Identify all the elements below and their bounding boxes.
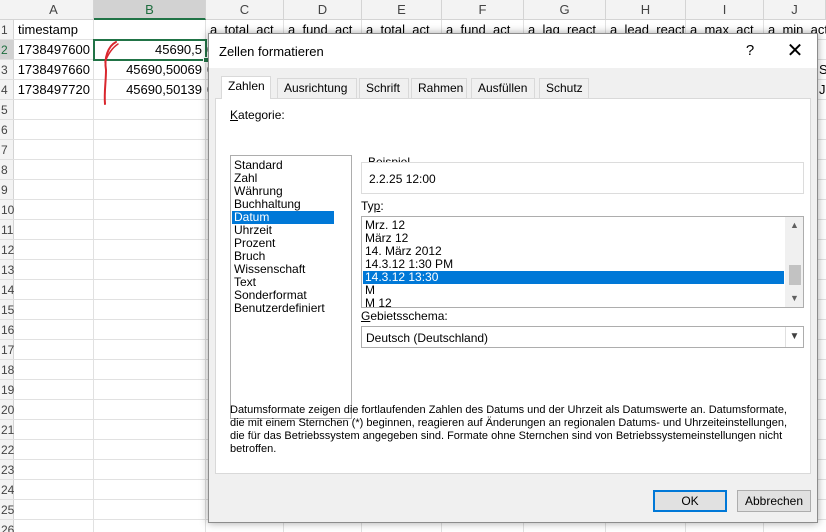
cell-j3-edge[interactable]: S [817, 60, 826, 80]
tab-zahlen[interactable]: Zahlen [221, 76, 271, 99]
column-header-i[interactable]: I [686, 0, 764, 20]
row-headers: 1 2 3 4 5 6 7 8 9 10 11 12 13 14 15 16 17 18 19 20 21 22 23 24 2… [0, 20, 14, 532]
type-item[interactable]: M [363, 284, 784, 297]
category-label-accesskey: K [230, 108, 239, 122]
cell-a1[interactable]: timestamp [14, 20, 94, 40]
category-scroll-area [334, 156, 351, 418]
zahlen-panel: Kategorie: Standard Zahl Währung Buchhal… [215, 98, 811, 474]
row-header-11[interactable]: 11 [0, 220, 14, 240]
row-header-25[interactable]: 25 [0, 500, 14, 520]
type-list-scrollbar[interactable]: ▲ ▼ [785, 217, 803, 307]
type-label: Typ: [361, 199, 384, 213]
row-header-26[interactable]: 26 [0, 520, 14, 532]
row-header-12[interactable]: 12 [0, 240, 14, 260]
column-header-b[interactable]: B [94, 0, 206, 20]
row-header-18[interactable]: 18 [0, 360, 14, 380]
cell-a3[interactable]: 1738497660 [14, 60, 94, 80]
locale-label-text: ebietsschema: [370, 309, 448, 323]
type-label-colon: : [380, 199, 384, 213]
cell-j4-edge[interactable]: J [817, 80, 826, 100]
row-header-16[interactable]: 16 [0, 320, 14, 340]
row-header-5[interactable]: 5 [0, 100, 14, 120]
row-header-23[interactable]: 23 [0, 460, 14, 480]
category-description: Datumsformate zeigen die fortlaufenden Z… [230, 404, 788, 455]
example-value: 2.2.25 12:00 [369, 172, 436, 186]
row-header-15[interactable]: 15 [0, 300, 14, 320]
locale-label-accesskey: G [361, 309, 371, 323]
column-header-h[interactable]: H [606, 0, 686, 20]
column-header-e[interactable]: E [362, 0, 442, 20]
row-header-6[interactable]: 6 [0, 120, 14, 140]
dialog-title: Zellen formatieren [219, 44, 324, 59]
column-header-a[interactable]: A [14, 0, 94, 20]
row-header-22[interactable]: 22 [0, 440, 14, 460]
row-header-4[interactable]: 4 [0, 80, 14, 100]
cell-a4[interactable]: 1738497720 [14, 80, 94, 100]
row-header-8[interactable]: 8 [0, 160, 14, 180]
column-headers: A B C D E F G H I J [0, 0, 826, 20]
cancel-button[interactable]: Abbrechen [737, 490, 811, 512]
row-header-10[interactable]: 10 [0, 200, 14, 220]
column-header-d[interactable]: D [284, 0, 362, 20]
row-header-20[interactable]: 20 [0, 400, 14, 420]
help-button[interactable]: ? [739, 40, 761, 62]
category-list[interactable]: Standard Zahl Währung Buchhaltung Datum … [230, 155, 352, 419]
row-header-2[interactable]: 2 [0, 40, 14, 60]
chevron-down-icon[interactable]: ▼ [785, 327, 803, 347]
locale-select[interactable]: Deutsch (Deutschland) ▼ [361, 326, 804, 348]
category-label-text: ategorie: [238, 108, 285, 122]
locale-label: Gebietsschema: [361, 309, 448, 323]
tab-schutz[interactable]: Schutz [539, 78, 589, 98]
column-header-c[interactable]: C [206, 0, 284, 20]
row-header-13[interactable]: 13 [0, 260, 14, 280]
tab-rahmen[interactable]: Rahmen [411, 78, 467, 98]
scroll-down-arrow-icon[interactable]: ▼ [786, 290, 803, 307]
row-header-19[interactable]: 19 [0, 380, 14, 400]
format-cells-dialog: Zellen formatieren ? ✕ Zahlen Ausrichtun… [208, 33, 818, 523]
row-header-21[interactable]: 21 [0, 420, 14, 440]
red-pen-annotation [103, 41, 119, 105]
tab-schrift[interactable]: Schrift [359, 78, 409, 98]
type-label-text: Ty [361, 199, 374, 213]
row-header-3[interactable]: 3 [0, 60, 14, 80]
category-item-benutzerdefiniert[interactable]: Benutzerdefiniert [232, 302, 334, 315]
row-header-24[interactable]: 24 [0, 480, 14, 500]
cell-a2[interactable]: 1738497600 [14, 40, 94, 60]
tab-ausfuellen[interactable]: Ausfüllen [471, 78, 535, 98]
column-header-g[interactable]: G [524, 0, 606, 20]
locale-value: Deutsch (Deutschland) [366, 331, 489, 345]
scroll-thumb[interactable] [789, 265, 801, 285]
row-header-14[interactable]: 14 [0, 280, 14, 300]
ok-button[interactable]: OK [653, 490, 727, 512]
category-label: Kategorie: [230, 108, 285, 122]
row-header-17[interactable]: 17 [0, 340, 14, 360]
example-box: 2.2.25 12:00 [361, 162, 804, 194]
column-header-j[interactable]: J [764, 0, 826, 20]
type-list[interactable]: Mrz. 12 März 12 14. März 2012 14.3.12 1:… [361, 216, 804, 308]
type-item[interactable]: Mrz. 12 [363, 219, 784, 232]
type-item[interactable]: M 12 [363, 297, 784, 308]
scroll-up-arrow-icon[interactable]: ▲ [786, 217, 803, 234]
close-button[interactable]: ✕ [783, 39, 807, 63]
row-header-7[interactable]: 7 [0, 140, 14, 160]
row-header-1[interactable]: 1 [0, 20, 14, 40]
column-header-f[interactable]: F [442, 0, 524, 20]
dialog-titlebar[interactable]: Zellen formatieren ? ✕ [209, 34, 817, 68]
type-item-selected[interactable]: 14.3.12 13:30 [363, 271, 784, 284]
tab-ausrichtung[interactable]: Ausrichtung [277, 78, 357, 98]
row-header-9[interactable]: 9 [0, 180, 14, 200]
